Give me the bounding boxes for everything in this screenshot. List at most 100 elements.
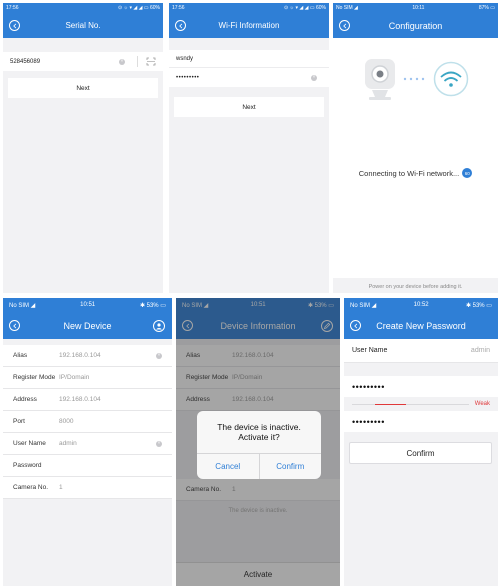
- connecting-status: Connecting to Wi-Fi network... 60: [333, 168, 498, 178]
- user-name-row: User Name admin: [344, 339, 498, 363]
- field-label: Port: [13, 418, 25, 425]
- wifi-ssid-field[interactable]: wsndy: [169, 50, 329, 68]
- status-right: ✱ 53% ▭: [465, 302, 492, 309]
- avatar-icon[interactable]: [153, 319, 165, 332]
- camera-icon: [365, 59, 395, 100]
- back-arrow-icon[interactable]: [9, 320, 20, 331]
- user-name-value: admin: [470, 347, 490, 354]
- dialog-line-1: The device is inactive.: [217, 421, 301, 432]
- new-password-value: •••••••••: [352, 381, 385, 392]
- config-illustration: [333, 38, 498, 278]
- status-time: 17:56: [6, 5, 19, 11]
- form-row-camera-no[interactable]: Camera No. 1: [3, 477, 172, 499]
- back-arrow-icon[interactable]: [175, 20, 186, 31]
- field-label: Address: [13, 396, 37, 403]
- connecting-text: Connecting to Wi-Fi network...: [358, 168, 460, 178]
- strength-label: Weak: [474, 401, 490, 407]
- form-row-password[interactable]: Password: [3, 455, 172, 477]
- confirm-password-field[interactable]: •••••••••: [344, 411, 498, 432]
- power-on-hint: Power on your device before adding it.: [368, 284, 463, 290]
- connecting-countdown-badge: 60: [462, 168, 473, 178]
- configuration-screen: No SIM ◢ 10:11 87% ▭ Configuration Conne…: [333, 3, 498, 293]
- confirm-button[interactable]: Confirm: [349, 442, 492, 464]
- dialog-confirm-button[interactable]: Confirm: [260, 454, 322, 479]
- status-left: No SIM ◢: [336, 5, 358, 11]
- back-arrow-icon[interactable]: [9, 20, 20, 31]
- strength-bar-fill: [375, 403, 406, 405]
- form-row-user-name[interactable]: User Name admin ×: [3, 433, 172, 455]
- status-left: No SIM ◢: [9, 302, 36, 309]
- status-left: No SIM ◢: [350, 302, 377, 309]
- field-value: 192.168.0.104: [59, 396, 101, 403]
- status-bar: No SIM ◢ 10:51 ✱ 53% ▭: [3, 298, 172, 312]
- page-title: Wi-Fi Information: [218, 21, 280, 30]
- wifi-icon: [433, 61, 469, 97]
- status-time: 10:11: [412, 5, 425, 11]
- field-label: User Name: [13, 440, 46, 447]
- field-label: Camera No.: [13, 484, 49, 491]
- wifi-password-value: •••••••••: [176, 74, 200, 81]
- back-arrow-icon[interactable]: [350, 320, 361, 331]
- nav-bar: Wi-Fi Information: [169, 13, 329, 38]
- clear-icon[interactable]: ×: [119, 58, 125, 65]
- next-button[interactable]: Next: [174, 97, 324, 117]
- serial-number-field[interactable]: 528456089 ×: [3, 52, 163, 71]
- dialog-line-2: Activate it?: [238, 432, 280, 442]
- dialog-actions: Cancel Confirm: [197, 453, 321, 479]
- page-title: Serial No.: [65, 21, 101, 30]
- field-label: Alias: [13, 352, 28, 359]
- connection-dots-icon: [403, 77, 425, 81]
- clear-icon[interactable]: ×: [156, 352, 162, 359]
- dialog-message: The device is inactive. Activate it?: [197, 411, 321, 453]
- field-value: 8000: [59, 418, 74, 425]
- confirm-password-value: •••••••••: [352, 416, 385, 427]
- form-row-port[interactable]: Port 8000: [3, 411, 172, 433]
- status-right: 87% ▭: [478, 5, 495, 11]
- nav-bar: Create New Password: [344, 312, 498, 339]
- create-password-screen: No SIM ◢ 10:52 ✱ 53% ▭ Create New Passwo…: [344, 298, 498, 586]
- nav-bar: Serial No.: [3, 13, 163, 38]
- field-value: 1: [59, 484, 63, 491]
- clear-icon[interactable]: ×: [156, 440, 162, 447]
- serial-number-value: 528456089: [10, 58, 41, 65]
- new-device-screen: No SIM ◢ 10:51 ✱ 53% ▭ New Device Alias 1…: [3, 298, 172, 586]
- status-bar: 17:56 ⊙ ☼ ▾ ◢ ◢ ▭ 60%: [169, 3, 329, 13]
- status-time: 10:51: [80, 302, 96, 308]
- form-row-register-mode[interactable]: Register Mode IP/Domain: [3, 367, 172, 389]
- back-arrow-icon[interactable]: [339, 20, 350, 31]
- strength-bar: [352, 403, 469, 405]
- page-title: Create New Password: [376, 320, 466, 331]
- device-form: Alias 192.168.0.104 × Register Mode IP/Doma…: [3, 345, 172, 499]
- nav-bar: Configuration: [333, 13, 498, 38]
- wifi-password-field[interactable]: ••••••••• ×: [169, 68, 329, 87]
- page-title: Configuration: [388, 20, 443, 31]
- field-label: Password: [13, 462, 42, 469]
- status-time: 17:56: [172, 5, 185, 11]
- status-bar: 17:56 ⊙ ☼ ▾ ◢ ◢ ▭ 60%: [3, 3, 163, 13]
- form-row-alias[interactable]: Alias 192.168.0.104 ×: [3, 345, 172, 367]
- field-value: 192.168.0.104: [59, 352, 101, 359]
- status-icons: ⊙ ☼ ▾ ◢ ◢ ▭ 60%: [117, 5, 160, 11]
- status-time: 10:52: [413, 302, 429, 308]
- device-information-screen: No SIM ◢ 10:51 ✱ 53% ▭ Device Informatio…: [176, 298, 340, 586]
- field-label: Register Mode: [13, 374, 56, 381]
- status-right: ✱ 53% ▭: [139, 302, 166, 309]
- status-bar: No SIM ◢ 10:11 87% ▭: [333, 3, 498, 13]
- dialog-cancel-button[interactable]: Cancel: [197, 454, 260, 479]
- password-strength: Weak: [344, 398, 498, 410]
- user-name-label: User Name: [352, 347, 388, 354]
- scan-icon[interactable]: [137, 56, 156, 67]
- serial-number-screen: 17:56 ⊙ ☼ ▾ ◢ ◢ ▭ 60% Serial No. 5284560…: [3, 3, 163, 293]
- nav-bar: New Device: [3, 312, 172, 339]
- next-button[interactable]: Next: [8, 78, 158, 98]
- clear-icon[interactable]: ×: [311, 74, 317, 81]
- form-row-address[interactable]: Address 192.168.0.104: [3, 389, 172, 411]
- page-title: New Device: [63, 320, 112, 331]
- wifi-information-screen: 17:56 ⊙ ☼ ▾ ◢ ◢ ▭ 60% Wi-Fi Information …: [169, 3, 329, 293]
- new-password-field[interactable]: •••••••••: [344, 376, 498, 397]
- field-value: IP/Domain: [59, 374, 90, 381]
- wifi-ssid-value: wsndy: [176, 55, 194, 62]
- status-icons: ⊙ ☼ ▾ ◢ ◢ ▭ 60%: [283, 5, 326, 11]
- field-value: admin: [59, 440, 77, 447]
- activate-dialog: The device is inactive. Activate it? Can…: [197, 411, 321, 479]
